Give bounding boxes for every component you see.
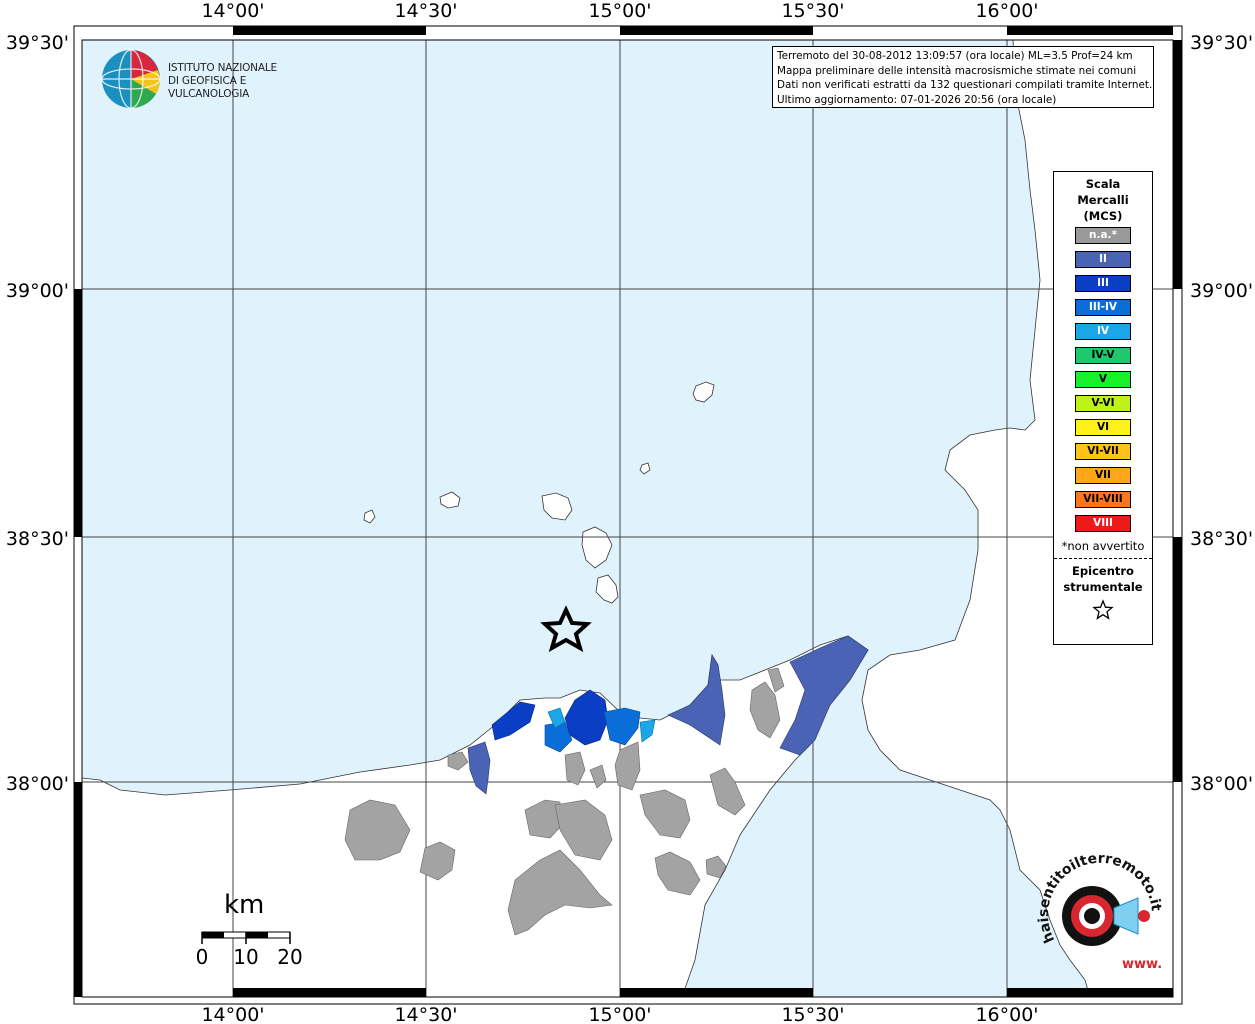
lon-label: 16°00': [975, 1004, 1038, 1024]
scale-bar-title: km: [224, 890, 265, 920]
legend-item: VII: [1075, 467, 1131, 484]
event-info-box: Terremoto del 30-08-2012 13:09:57 (ora l…: [772, 46, 1154, 108]
lon-label: 14°00': [201, 1004, 264, 1024]
target-speaker-icon: haisentitoilterremoto.it www.: [1036, 851, 1164, 972]
ingv-line1: ISTITUTO NAZIONALE: [168, 62, 277, 74]
legend-item: n.a.*: [1075, 227, 1131, 244]
lon-label: 15°00': [588, 0, 651, 22]
brand-url-prefix: www.: [1122, 957, 1162, 972]
legend-items: n.a.* II III III-IV IV IV-V V V-VI VI VI-VII VII VI…: [1054, 227, 1152, 532]
lon-labels-bottom: 14°00' 14°30' 15°00' 15°30' 16°00': [201, 1004, 1038, 1024]
lat-label: 39°30': [1190, 32, 1253, 54]
ingv-line2: DI GEOFISICA E VULCANOLOGIA: [168, 75, 250, 100]
lat-labels-left: 39°30' 39°00' 38°30' 38°00': [6, 32, 69, 795]
legend-item: VI-VII: [1075, 443, 1131, 460]
haisentito-logo: haisentitoilterremoto.it www.: [1030, 838, 1170, 978]
lat-label: 38°00': [6, 773, 69, 795]
legend-epi-line: strumentale: [1063, 580, 1143, 594]
lat-labels-right: 39°30' 39°00' 38°30' 38°00': [1190, 32, 1253, 795]
scale-tick-label: 10: [233, 945, 258, 969]
event-info-line: Ultimo aggiornamento: 07-01-2026 20:56 (…: [777, 93, 1057, 106]
legend-item: V: [1075, 371, 1131, 388]
ingv-logo: ISTITUTO NAZIONALE DI GEOFISICA E VULCAN…: [100, 48, 320, 110]
scale-tick-label: 0: [196, 945, 209, 969]
event-info-line: Mappa preliminare delle intensità macros…: [777, 64, 1137, 77]
legend-note: *non avvertito: [1061, 539, 1145, 553]
legend-item: VIII: [1075, 515, 1131, 532]
scale-tick-label: 20: [277, 945, 302, 969]
lat-label: 39°00': [1190, 280, 1253, 302]
lon-label: 16°00': [975, 0, 1038, 22]
legend-epi-line: Epicentro: [1072, 564, 1134, 578]
legend-separator: [1054, 558, 1152, 559]
lon-label: 14°00': [201, 0, 264, 22]
globe-icon: [101, 49, 161, 109]
lat-label: 38°30': [1190, 528, 1253, 550]
star-outline-icon: [1054, 599, 1152, 625]
legend-item: II: [1075, 251, 1131, 268]
legend-item: VI: [1075, 419, 1131, 436]
legend-item: IV-V: [1075, 347, 1131, 364]
legend-epicenter-label: Epicentro strumentale: [1054, 563, 1152, 595]
lon-label: 15°30': [781, 1004, 844, 1024]
legend-title-line: Mercalli: [1077, 193, 1129, 207]
ingv-logo-text: ISTITUTO NAZIONALE DI GEOFISICA E VULCAN…: [168, 62, 320, 101]
lat-label: 38°30': [6, 528, 69, 550]
lon-label: 14°30': [394, 0, 457, 22]
lat-label: 39°00': [6, 280, 69, 302]
lat-label: 39°30': [6, 32, 69, 54]
lon-label: 15°30': [781, 0, 844, 22]
legend-title: Scala Mercalli (MCS): [1054, 176, 1152, 224]
lon-label: 15°00': [588, 1004, 651, 1024]
lon-labels-top: 14°00' 14°30' 15°00' 15°30' 16°00': [201, 0, 1038, 22]
lon-label: 14°30': [394, 1004, 457, 1024]
legend-title-line: (MCS): [1083, 209, 1123, 223]
legend-item: VII-VIII: [1075, 491, 1131, 508]
legend-item: III: [1075, 275, 1131, 292]
legend-title-line: Scala: [1085, 177, 1121, 191]
legend-item: V-VI: [1075, 395, 1131, 412]
lat-label: 38°00': [1190, 773, 1253, 795]
mcs-legend: Scala Mercalli (MCS) n.a.* II III III-IV IV I…: [1053, 171, 1153, 645]
event-info-line: Terremoto del 30-08-2012 13:09:57 (ora l…: [777, 50, 1133, 62]
legend-item: III-IV: [1075, 299, 1131, 316]
event-info-line: Dati non verificati estratti da 132 ques…: [777, 79, 1153, 91]
legend-item: IV: [1075, 323, 1131, 340]
